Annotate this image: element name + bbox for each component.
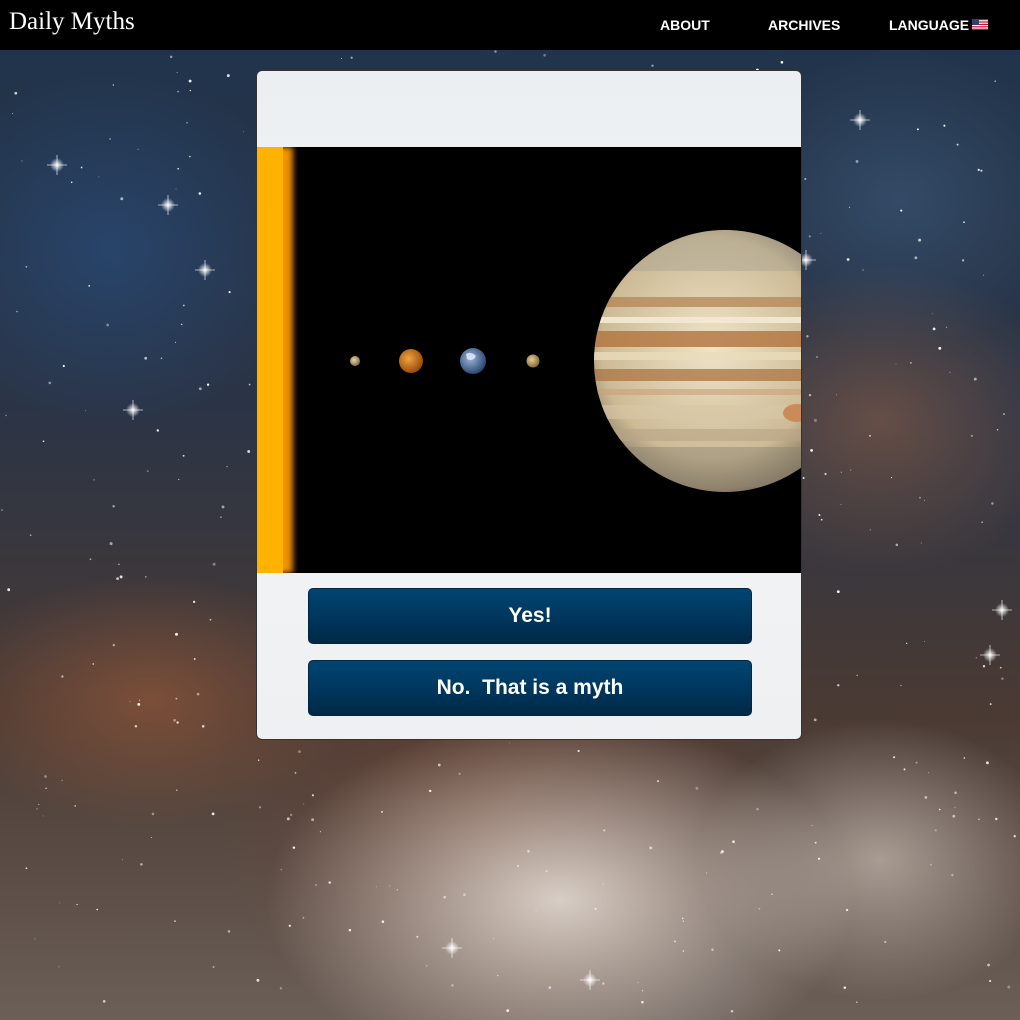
top-navigation-bar: Daily Myths ABOUT ARCHIVES LANGUAGE [0, 0, 1020, 50]
card-header [257, 71, 801, 147]
myth-answer-button[interactable]: No. That is a myth [308, 660, 752, 716]
myth-card: Yes! No. That is a myth [256, 70, 802, 740]
yes-answer-button[interactable]: Yes! [308, 588, 752, 644]
site-logo[interactable]: Daily Myths [9, 8, 135, 36]
nav-language-menu[interactable]: LANGUAGE [889, 17, 969, 33]
nav-archives-link[interactable]: ARCHIVES [768, 17, 840, 33]
us-flag-icon[interactable] [972, 19, 988, 30]
nav-about-link[interactable]: ABOUT [660, 17, 710, 33]
sun-and-planets-image [257, 147, 801, 573]
